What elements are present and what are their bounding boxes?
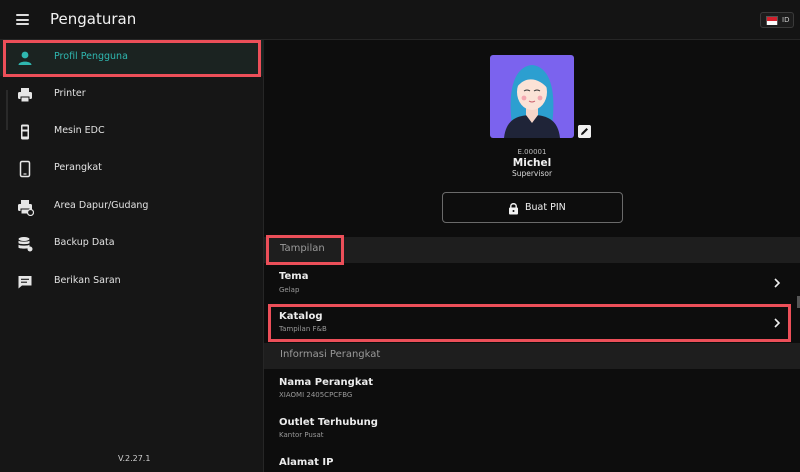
page-title: Pengaturan <box>50 10 137 28</box>
chevron-right-icon <box>774 278 781 288</box>
sidebar-item-label: Area Dapur/Gudang <box>54 200 149 211</box>
sidebar-item-mesin-edc[interactable]: Mesin EDC <box>0 114 264 150</box>
edc-machine-icon <box>21 124 29 140</box>
sidebar-item-label: Printer <box>54 88 86 99</box>
highlight-box-profil <box>3 40 261 77</box>
row-title: Outlet Terhubung <box>279 417 378 428</box>
sidebar-item-berikan-saran[interactable]: Berikan Saran <box>0 264 264 300</box>
row-title: Nama Perangkat <box>279 377 374 388</box>
database-icon <box>18 237 33 252</box>
language-selector[interactable]: ID <box>760 12 794 28</box>
row-title: Alamat IP <box>279 457 334 468</box>
hamburger-menu-icon[interactable] <box>16 14 29 25</box>
section-header-informasi-perangkat: Informasi Perangkat <box>264 343 800 369</box>
sidebar-item-label: Backup Data <box>54 237 115 248</box>
employee-role: Supervisor <box>511 169 553 178</box>
sidebar-item-backup-data[interactable]: Backup Data <box>0 226 264 262</box>
sidebar-item-printer[interactable]: Printer <box>0 77 264 113</box>
employee-id: E.00001 <box>517 148 547 156</box>
sidebar-item-label: Mesin EDC <box>54 125 105 136</box>
section-title: Informasi Perangkat <box>280 349 381 360</box>
create-pin-label: Buat PIN <box>525 202 566 213</box>
highlight-box-katalog <box>268 304 791 342</box>
lock-icon <box>509 203 518 215</box>
app-bar: Pengaturan ID <box>0 0 800 40</box>
feedback-icon <box>18 276 32 289</box>
create-pin-button[interactable]: Buat PIN <box>442 192 623 223</box>
row-subtitle: XIAOMI 2405CPCFBG <box>279 391 353 399</box>
employee-name: Michel <box>512 157 552 169</box>
edit-pencil-icon[interactable] <box>578 125 591 138</box>
row-title: Tema <box>279 271 309 282</box>
sidebar-item-area-dapur-gudang[interactable]: Area Dapur/Gudang <box>0 189 264 225</box>
sidebar-item-label: Perangkat <box>54 162 102 173</box>
printer-icon <box>18 88 32 103</box>
row-subtitle: Gelap <box>279 286 300 294</box>
user-avatar <box>490 55 574 138</box>
smartphone-icon <box>19 160 31 178</box>
sidebar-item-label: Berikan Saran <box>54 275 121 286</box>
indonesia-flag-icon <box>766 16 778 25</box>
section-header-tampilan: Tampilan <box>264 237 800 263</box>
app-version: V.2.27.1 <box>118 454 151 463</box>
sidebar-item-perangkat[interactable]: Perangkat <box>0 151 264 187</box>
kitchen-printer-icon <box>18 200 34 216</box>
row-subtitle: Kantor Pusat <box>279 431 324 439</box>
language-code: ID <box>782 16 790 24</box>
highlight-box-tampilan <box>266 235 344 265</box>
